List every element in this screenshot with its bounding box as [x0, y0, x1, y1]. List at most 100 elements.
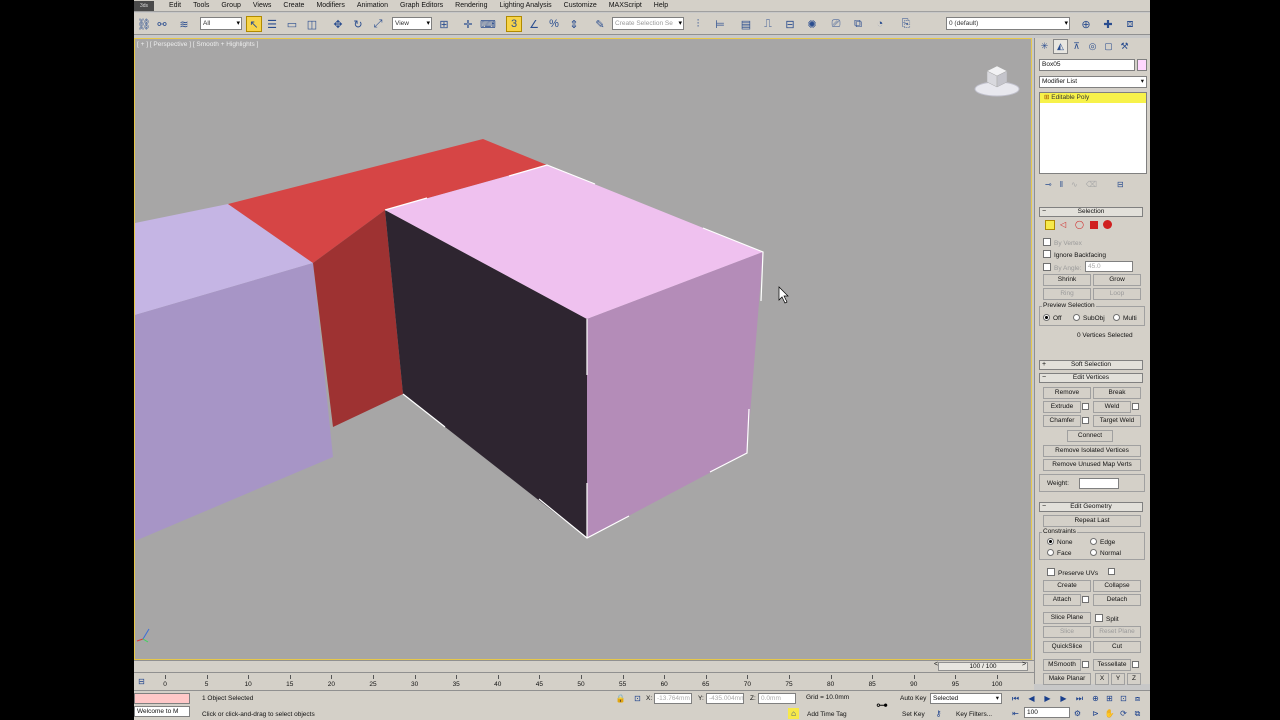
x-coordinate-field[interactable]: -13.764mm — [654, 693, 692, 704]
modifier-list-dropdown[interactable]: Modifier List ▾ — [1039, 76, 1147, 88]
key-mode-toggle-icon[interactable]: ⇤ — [1010, 708, 1021, 719]
perspective-viewport[interactable]: [ + ] [ Perspective ] [ Smooth + Highlig… — [134, 38, 1032, 660]
edge-level-icon[interactable]: ◁ — [1060, 220, 1070, 230]
app-logo[interactable]: 3ds — [134, 0, 154, 11]
previous-key-icon[interactable]: ◀ — [1026, 693, 1037, 704]
select-object-icon[interactable]: ↖ — [246, 16, 262, 32]
element-level-icon[interactable] — [1103, 220, 1112, 229]
create-layer-icon[interactable]: ⊕ — [1078, 16, 1094, 32]
set-key-icon[interactable]: ⚷ — [933, 708, 944, 719]
bind-spacewarp-icon[interactable]: ≋ — [176, 16, 192, 32]
planar-z-button[interactable]: Z — [1127, 673, 1141, 685]
snaps-toggle-icon[interactable]: 3 — [506, 16, 522, 32]
cut-button[interactable]: Cut — [1093, 641, 1141, 653]
time-configuration-icon[interactable]: ⚙ — [1072, 708, 1083, 719]
layer-icon[interactable]: ⎘ — [898, 16, 914, 32]
unlink-icon[interactable]: ⚯ — [154, 16, 170, 32]
split-checkbox[interactable]: Split — [1095, 614, 1119, 624]
shrink-button[interactable]: Shrink — [1043, 274, 1091, 286]
make-planar-button[interactable]: Make Planar — [1043, 673, 1091, 685]
select-move-icon[interactable]: ✥ — [330, 16, 346, 32]
field-of-view-icon[interactable]: ⊳ — [1090, 708, 1101, 719]
zoom-extents-all-icon[interactable]: ⧈ — [1132, 693, 1143, 704]
y-coordinate-field[interactable]: -435.004mm — [706, 693, 744, 704]
pivot-center-icon[interactable]: ⊞ — [436, 16, 452, 32]
align-icon[interactable]: ⊨ — [712, 16, 728, 32]
reference-coordinate-dropdown[interactable]: View — [392, 17, 432, 30]
menu-lighting-analysis[interactable]: Lighting Analysis — [493, 2, 557, 9]
planar-y-button[interactable]: Y — [1111, 673, 1125, 685]
viewcube[interactable] — [973, 57, 1021, 99]
z-coordinate-field[interactable]: 0.0mm — [758, 693, 796, 704]
keyboard-shortcut-icon[interactable]: ⌨ — [480, 16, 496, 32]
menu-graph-editors[interactable]: Graph Editors — [394, 2, 449, 9]
constraint-edge-radio[interactable]: Edge — [1090, 538, 1115, 547]
preserve-uvs-checkbox[interactable]: Preserve UVs — [1047, 568, 1098, 578]
window-crossing-icon[interactable]: ◫ — [304, 16, 320, 32]
extrude-settings-button[interactable] — [1082, 403, 1089, 410]
tessellate-settings-button[interactable] — [1132, 661, 1139, 668]
percent-snap-icon[interactable]: % — [546, 16, 562, 32]
remove-isolated-vertices-button[interactable]: Remove Isolated Vertices — [1043, 445, 1141, 457]
quickslice-button[interactable]: QuickSlice — [1043, 641, 1091, 653]
constraint-none-radio[interactable]: None — [1047, 538, 1073, 547]
menu-customize[interactable]: Customize — [558, 2, 603, 9]
detach-button[interactable]: Detach — [1093, 594, 1141, 606]
by-angle-checkbox[interactable]: By Angle: — [1043, 263, 1081, 273]
menu-animation[interactable]: Animation — [351, 2, 394, 9]
extrude-button[interactable]: Extrude — [1043, 401, 1081, 413]
edit-geometry-rollout-header[interactable]: − Edit Geometry — [1039, 502, 1143, 512]
tessellate-button[interactable]: Tessellate — [1093, 659, 1131, 671]
maximize-viewport-icon[interactable]: ⧉ — [1132, 708, 1143, 719]
add-time-tag-button[interactable]: Add Time Tag — [807, 711, 847, 719]
go-to-end-icon[interactable]: ⏭ — [1074, 693, 1085, 704]
hierarchy-tab-icon[interactable]: ⊼ — [1069, 39, 1084, 54]
play-icon[interactable]: ▶ — [1042, 693, 1053, 704]
pan-view-icon[interactable]: ✋ — [1104, 708, 1115, 719]
msmooth-settings-button[interactable] — [1082, 661, 1089, 668]
next-frame-icon[interactable]: > — [1022, 661, 1026, 668]
edit-vertices-rollout-header[interactable]: − Edit Vertices — [1039, 373, 1143, 383]
motion-tab-icon[interactable]: ◎ — [1085, 39, 1100, 54]
loop-button[interactable]: Loop — [1093, 288, 1141, 300]
time-slider-thumb[interactable]: 100 / 100 — [938, 662, 1028, 671]
preview-subobj-radio[interactable]: SubObj — [1073, 314, 1105, 323]
menu-create[interactable]: Create — [277, 2, 310, 9]
previous-frame-icon[interactable]: < — [934, 661, 938, 668]
menu-help[interactable]: Help — [648, 2, 674, 9]
remove-unused-map-verts-button[interactable]: Remove Unused Map Verts — [1043, 459, 1141, 471]
constraint-face-radio[interactable]: Face — [1047, 549, 1071, 558]
menu-group[interactable]: Group — [215, 2, 246, 9]
go-to-start-icon[interactable]: ⏮ — [1010, 693, 1021, 704]
absolute-mode-icon[interactable]: ⊡ — [632, 693, 643, 704]
select-rotate-icon[interactable]: ↻ — [350, 16, 366, 32]
by-vertex-checkbox[interactable]: By Vertex — [1043, 238, 1082, 248]
weld-button[interactable]: Weld — [1093, 401, 1131, 413]
ring-button[interactable]: Ring — [1043, 288, 1091, 300]
attach-list-button[interactable] — [1082, 596, 1089, 603]
target-weld-button[interactable]: Target Weld — [1093, 415, 1141, 427]
auto-key-button[interactable]: Auto Key — [900, 695, 926, 703]
vertex-level-icon[interactable] — [1045, 220, 1055, 230]
maxscript-mini-listener-top[interactable] — [134, 693, 190, 704]
selection-lock-icon[interactable]: 🔒 — [615, 693, 626, 704]
collapse-button[interactable]: Collapse — [1093, 580, 1141, 592]
polygon-level-icon[interactable] — [1090, 221, 1098, 229]
select-manipulate-icon[interactable]: ✛ — [460, 16, 476, 32]
default-in-out-tangents-icon[interactable]: ⊶ — [876, 699, 888, 711]
show-end-result-icon[interactable]: ‖ — [1060, 178, 1063, 192]
menu-modifiers[interactable]: Modifiers — [310, 2, 350, 9]
material-editor-icon[interactable]: ✺ — [804, 16, 820, 32]
create-tab-icon[interactable]: ✳ — [1037, 39, 1052, 54]
display-tab-icon[interactable]: ▢ — [1101, 39, 1116, 54]
connect-button[interactable]: Connect — [1067, 430, 1113, 442]
msmooth-button[interactable]: MSmooth — [1043, 659, 1081, 671]
maxscript-mini-listener[interactable]: Welcome to M — [134, 706, 190, 717]
menu-maxscript[interactable]: MAXScript — [603, 2, 648, 9]
stack-item-editable-poly[interactable]: ⊞ Editable Poly — [1040, 93, 1146, 103]
menu-rendering[interactable]: Rendering — [449, 2, 493, 9]
menu-views[interactable]: Views — [247, 2, 278, 9]
open-mini-curve-editor-icon[interactable]: ⊟ — [136, 676, 147, 687]
preview-off-radio[interactable]: Off — [1043, 314, 1062, 323]
spinner-snap-icon[interactable]: ⇕ — [566, 16, 582, 32]
